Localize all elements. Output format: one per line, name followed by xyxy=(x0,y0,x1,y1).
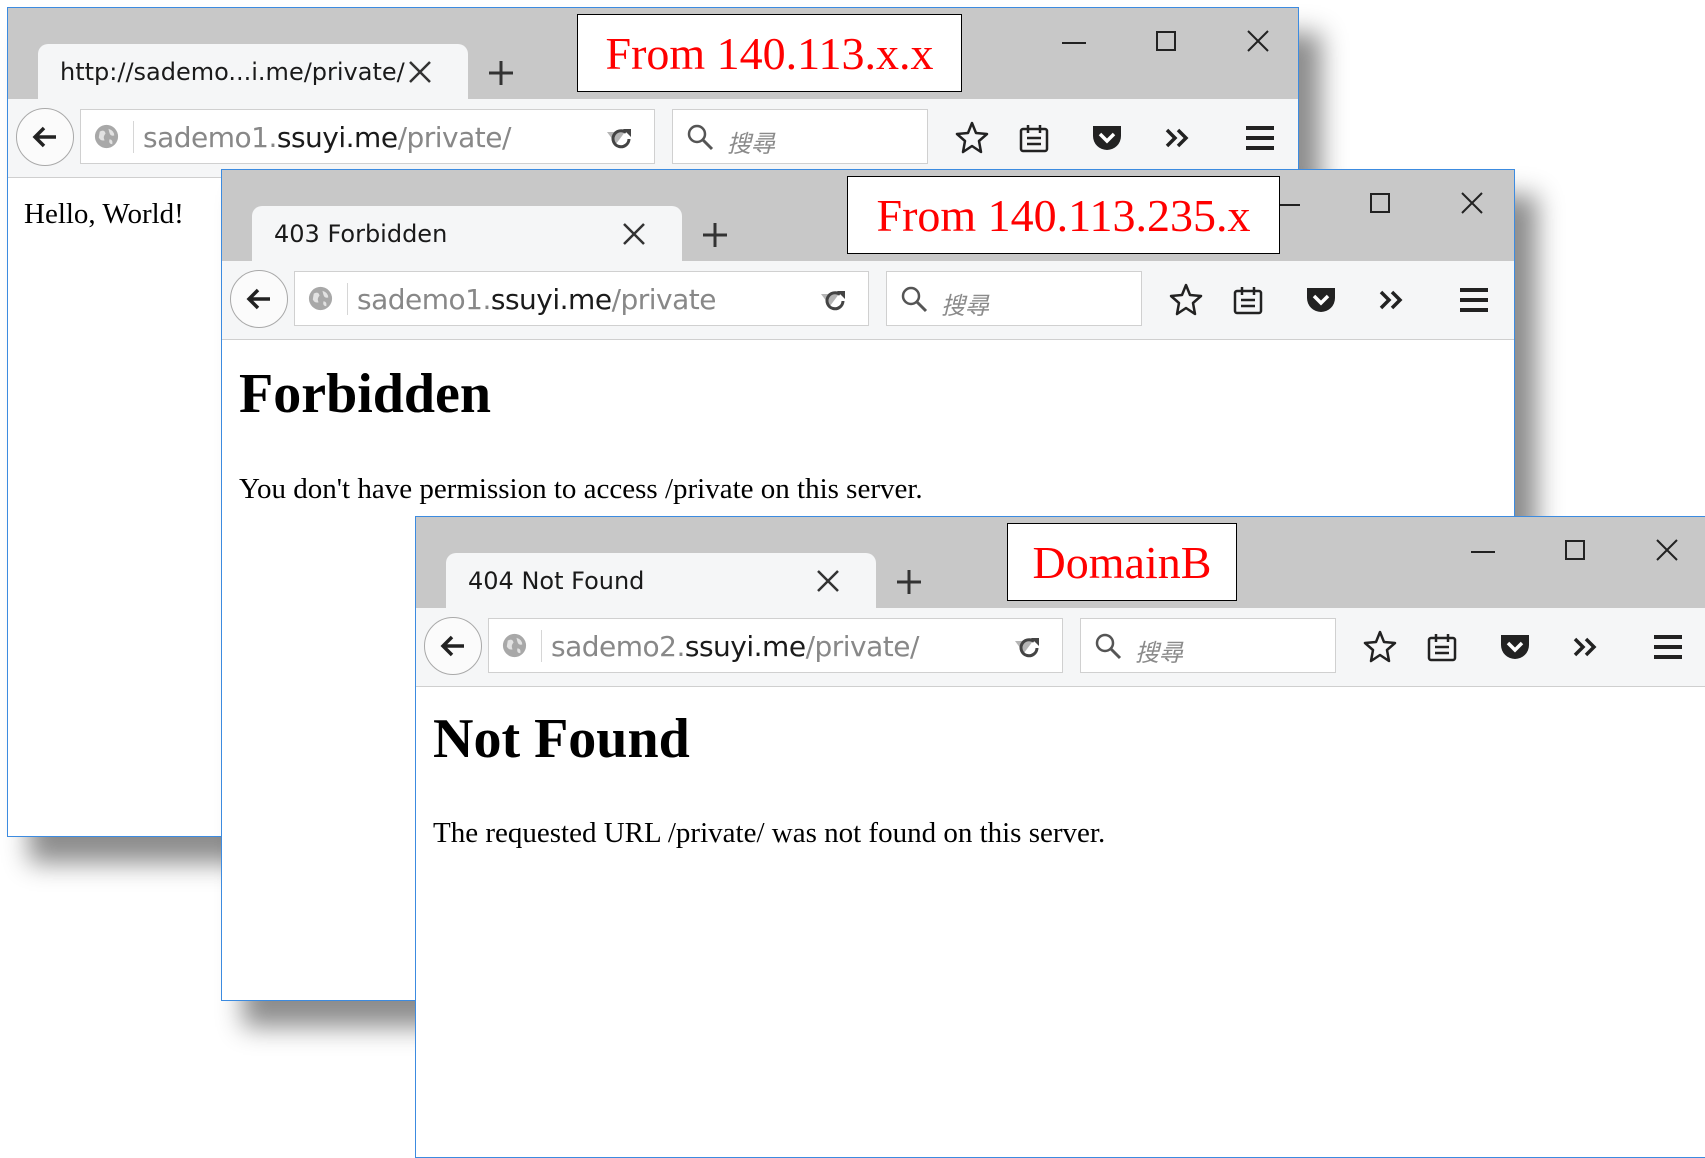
back-arrow-icon xyxy=(32,126,56,148)
url-text: sademo2.ssuyi.me/private/ xyxy=(551,630,919,663)
close-tab-icon[interactable] xyxy=(620,220,648,248)
reading-list-icon[interactable] xyxy=(1016,120,1052,156)
page-content: Not Found The requested URL /private/ wa… xyxy=(416,687,1705,1157)
tab-title: 403 Forbidden xyxy=(274,220,448,248)
maximize-icon[interactable] xyxy=(1557,532,1593,568)
nav-toolbar: sademo1.ssuyi.me/private/ 搜尋 xyxy=(8,99,1298,178)
minimize-icon[interactable] xyxy=(1465,532,1501,568)
tab-active[interactable]: http://sademo...i.me/private/ xyxy=(38,44,468,99)
maximize-icon[interactable] xyxy=(1148,23,1184,59)
annotation-label-2: From 140.113.235.x xyxy=(847,176,1280,254)
url-subdomain: sademo1. xyxy=(143,121,277,154)
globe-icon xyxy=(308,286,333,311)
url-separator xyxy=(541,630,542,662)
close-tab-icon[interactable] xyxy=(814,567,842,595)
back-arrow-icon xyxy=(440,635,464,657)
back-button[interactable] xyxy=(230,270,288,328)
minimize-icon[interactable] xyxy=(1056,23,1092,59)
overflow-chevron-icon[interactable] xyxy=(1375,282,1411,318)
back-button[interactable] xyxy=(16,108,74,166)
search-box[interactable]: 搜尋 xyxy=(1080,618,1336,673)
search-box[interactable]: 搜尋 xyxy=(672,109,928,164)
body-text: You don't have permission to access /pri… xyxy=(239,473,923,505)
url-subdomain: sademo1. xyxy=(357,283,491,316)
search-icon xyxy=(687,124,714,151)
new-tab-icon[interactable] xyxy=(894,567,924,597)
reload-icon[interactable] xyxy=(606,124,636,154)
reload-icon[interactable] xyxy=(1014,633,1044,663)
star-bookmark-icon[interactable] xyxy=(1168,282,1204,318)
url-bar[interactable]: sademo1.ssuyi.me/private xyxy=(294,271,869,326)
overflow-chevron-icon[interactable] xyxy=(1569,629,1605,665)
search-placeholder: 搜尋 xyxy=(1135,639,1183,667)
url-text: sademo1.ssuyi.me/private xyxy=(357,283,717,316)
overflow-chevron-icon[interactable] xyxy=(1161,120,1197,156)
url-path: /private xyxy=(611,283,717,316)
back-arrow-icon xyxy=(246,288,270,310)
hamburger-menu-icon[interactable] xyxy=(1650,629,1686,665)
close-window-icon[interactable] xyxy=(1454,185,1490,221)
url-domain: ssuyi.me xyxy=(684,630,806,663)
maximize-icon[interactable] xyxy=(1362,185,1398,221)
tab-active[interactable]: 403 Forbidden xyxy=(252,206,682,261)
search-placeholder: 搜尋 xyxy=(727,130,775,158)
page-heading: Forbidden xyxy=(239,363,492,425)
url-domain: ssuyi.me xyxy=(490,283,612,316)
tab-active[interactable]: 404 Not Found xyxy=(446,553,876,608)
close-tab-icon[interactable] xyxy=(406,58,434,86)
search-placeholder: 搜尋 xyxy=(941,292,989,320)
url-subdomain: sademo2. xyxy=(551,630,685,663)
pocket-icon[interactable] xyxy=(1303,282,1339,318)
star-bookmark-icon[interactable] xyxy=(1362,629,1398,665)
pocket-icon[interactable] xyxy=(1497,629,1533,665)
search-icon xyxy=(1095,633,1122,660)
url-path: /private/ xyxy=(397,121,512,154)
url-separator xyxy=(347,283,348,315)
hamburger-menu-icon[interactable] xyxy=(1456,282,1492,318)
annotation-label-1: From 140.113.x.x xyxy=(577,14,962,92)
back-button[interactable] xyxy=(424,617,482,675)
nav-toolbar: sademo2.ssuyi.me/private/ 搜尋 xyxy=(416,608,1705,687)
globe-icon xyxy=(502,633,527,658)
page-heading: Not Found xyxy=(433,708,690,770)
reload-icon[interactable] xyxy=(820,286,850,316)
star-bookmark-icon[interactable] xyxy=(954,120,990,156)
close-window-icon[interactable] xyxy=(1649,532,1685,568)
search-box[interactable]: 搜尋 xyxy=(886,271,1142,326)
url-separator xyxy=(133,121,134,153)
url-path: /private/ xyxy=(805,630,920,663)
url-domain: ssuyi.me xyxy=(276,121,398,154)
hamburger-menu-icon[interactable] xyxy=(1242,120,1278,156)
url-bar[interactable]: sademo2.ssuyi.me/private/ xyxy=(488,618,1063,673)
body-text: Hello, World! xyxy=(24,198,184,230)
reading-list-icon[interactable] xyxy=(1424,629,1460,665)
annotation-label-3: DomainB xyxy=(1007,523,1237,601)
reading-list-icon[interactable] xyxy=(1230,282,1266,318)
tab-title: 404 Not Found xyxy=(468,567,645,595)
search-icon xyxy=(901,286,928,313)
url-bar[interactable]: sademo1.ssuyi.me/private/ xyxy=(80,109,655,164)
new-tab-icon[interactable] xyxy=(700,220,730,250)
tab-title: http://sademo...i.me/private/ xyxy=(60,58,405,86)
globe-icon xyxy=(94,124,119,149)
pocket-icon[interactable] xyxy=(1089,120,1125,156)
browser-window-3: 404 Not Found sademo2.ssuyi.me/private/ … xyxy=(415,516,1705,1158)
url-text: sademo1.ssuyi.me/private/ xyxy=(143,121,511,154)
body-text: The requested URL /private/ was not foun… xyxy=(433,817,1106,849)
new-tab-icon[interactable] xyxy=(486,58,516,88)
close-window-icon[interactable] xyxy=(1240,23,1276,59)
nav-toolbar: sademo1.ssuyi.me/private 搜尋 xyxy=(222,261,1514,340)
